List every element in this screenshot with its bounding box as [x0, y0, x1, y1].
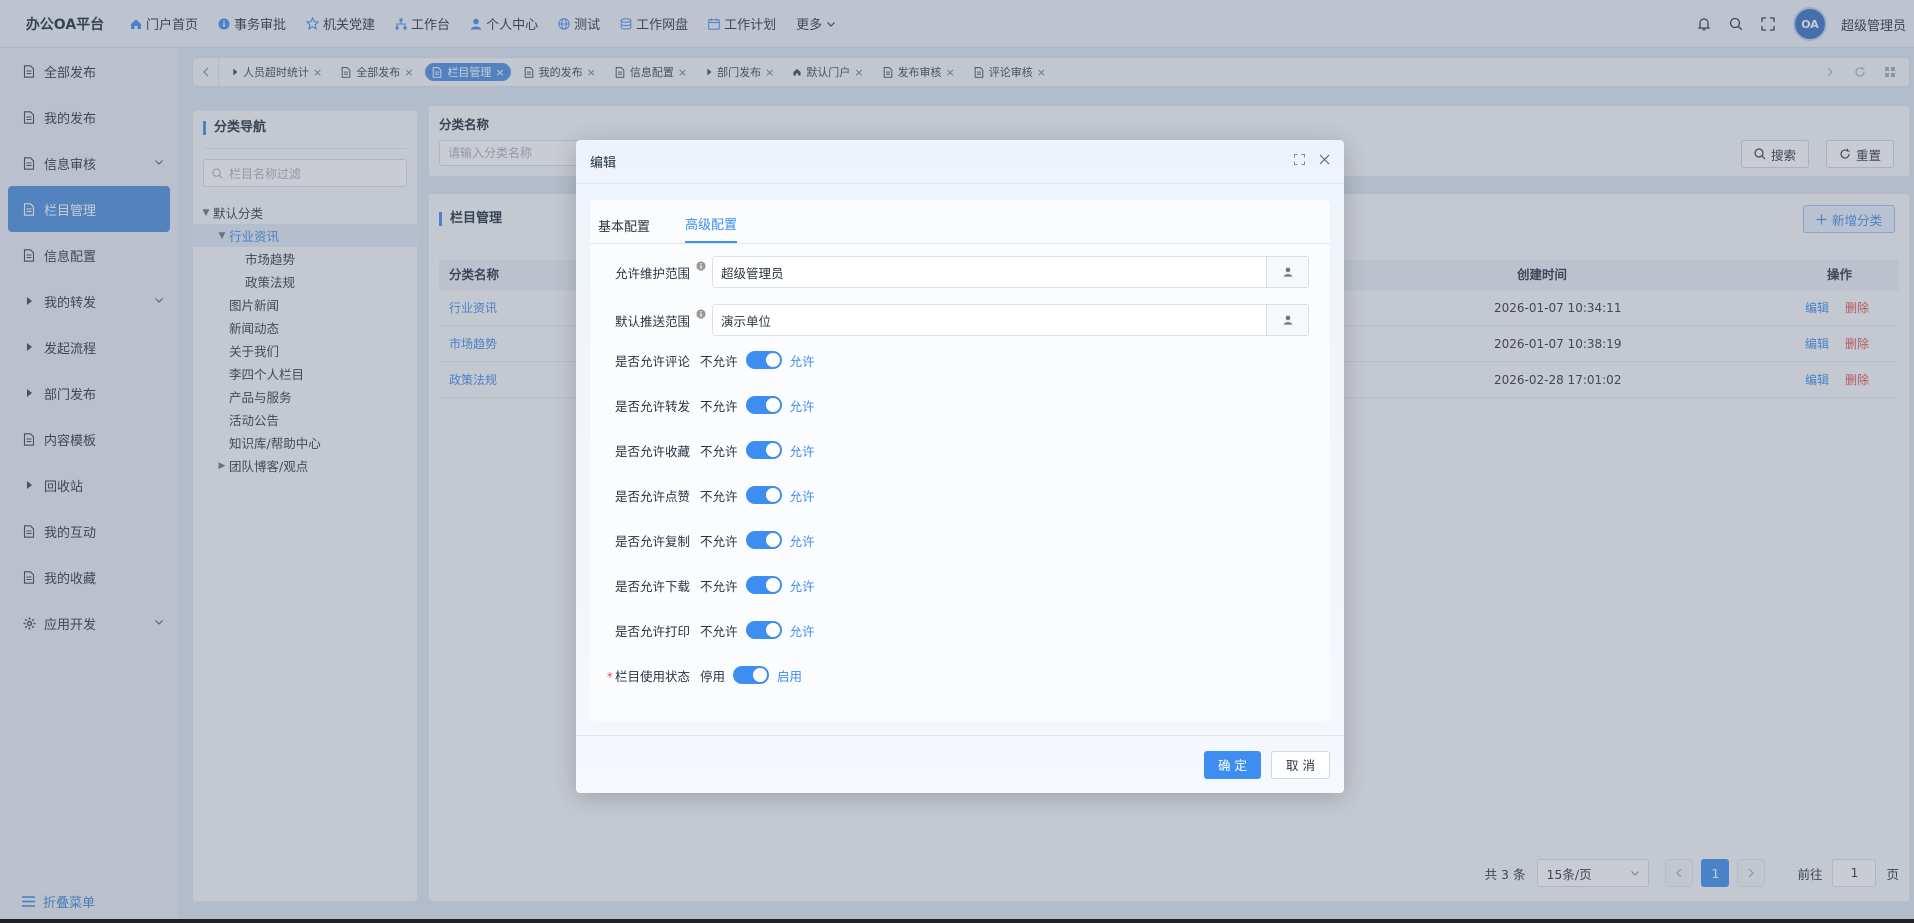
form-label: 是否允许复制	[614, 533, 690, 549]
switch-off-label: 不允许	[700, 398, 738, 414]
form-row-switch: 是否允许打印 不允许 允许	[590, 614, 1330, 646]
user-select-icon[interactable]	[1266, 305, 1308, 335]
switch-on-label: 允许	[789, 353, 815, 369]
form-label-text: 栏目使用状态	[614, 668, 690, 684]
cancel-button[interactable]: 取 消	[1271, 750, 1330, 779]
info-icon[interactable]	[696, 307, 706, 322]
scope-picker[interactable]: 演示单位	[712, 304, 1309, 336]
toggle-switch[interactable]	[745, 486, 782, 504]
bottom-edge	[0, 919, 1914, 923]
form-row-picker: 默认推送范围 演示单位	[590, 304, 1330, 336]
switch-on-label: 允许	[789, 533, 815, 549]
switch-off-label: 停用	[700, 668, 726, 684]
edit-dialog: 编辑 基本配置 高级配置 允许维护范围 超级管理员默认推送范围 演示单位是否允许评论…	[576, 140, 1344, 793]
form-label: 允许维护范围	[590, 260, 706, 282]
form-row-status: * 栏目使用状态 停用 启用	[590, 659, 1330, 691]
dialog-header: 编辑	[576, 140, 1344, 184]
picker-value: 演示单位	[721, 313, 772, 329]
status-toggle-switch[interactable]	[733, 666, 770, 684]
form-row-switch: 是否允许收藏 不允许 允许	[590, 434, 1330, 466]
form-label: 默认推送范围	[590, 308, 706, 330]
switch-off-label: 不允许	[700, 533, 738, 549]
form-row-switch: 是否允许点赞 不允许 允许	[590, 479, 1330, 511]
form-label: 是否允许打印	[614, 623, 690, 639]
close-icon[interactable]	[1319, 154, 1330, 165]
switch-on-label: 允许	[789, 443, 815, 459]
form-row-picker: 允许维护范围 超级管理员	[590, 256, 1330, 288]
switch-on-label: 允许	[789, 623, 815, 639]
form-row-switch: 是否允许下载 不允许 允许	[590, 569, 1330, 601]
switch-on-label: 允许	[789, 398, 815, 414]
switch-on-label: 允许	[789, 488, 815, 504]
dialog-body: 基本配置 高级配置 允许维护范围 超级管理员 默认推送范围 演示单位 是否允许评论 不允许…	[590, 200, 1330, 721]
maximize-icon[interactable]	[1294, 154, 1305, 165]
form-label-text: 默认推送范围	[614, 313, 690, 329]
dialog-footer: 确 定 取 消	[576, 735, 1344, 793]
form-label: 是否允许评论	[614, 353, 690, 369]
switch-off-label: 不允许	[700, 578, 738, 594]
form-row-switch: 是否允许复制 不允许 允许	[590, 524, 1330, 556]
form-row-switch: 是否允许转发 不允许 允许	[590, 389, 1330, 421]
switch-off-label: 不允许	[700, 623, 738, 639]
tab-basic-config[interactable]: 基本配置	[598, 216, 650, 243]
switch-off-label: 不允许	[700, 488, 738, 504]
toggle-switch[interactable]	[745, 396, 782, 414]
dialog-tabs: 基本配置 高级配置	[590, 200, 1330, 244]
toggle-switch[interactable]	[745, 621, 782, 639]
tab-advanced-config[interactable]: 高级配置	[685, 214, 738, 243]
toggle-switch[interactable]	[745, 576, 782, 594]
dialog-title: 编辑	[590, 156, 617, 171]
required-mark: *	[606, 668, 613, 684]
form-row-switch: 是否允许评论 不允许 允许	[590, 344, 1330, 376]
toggle-switch[interactable]	[745, 441, 782, 459]
user-select-icon[interactable]	[1266, 257, 1308, 287]
picker-value: 超级管理员	[721, 265, 784, 281]
switch-on-label: 允许	[789, 578, 815, 594]
confirm-button[interactable]: 确 定	[1204, 750, 1262, 779]
switch-off-label: 不允许	[700, 353, 738, 369]
form-label: 是否允许下载	[614, 578, 690, 594]
info-icon[interactable]	[696, 259, 706, 274]
form-label: 是否允许收藏	[614, 443, 690, 459]
form-label: 是否允许点赞	[614, 488, 690, 504]
form-label-text: 允许维护范围	[614, 265, 690, 281]
scope-picker[interactable]: 超级管理员	[712, 256, 1309, 288]
form-label: * 栏目使用状态	[590, 666, 700, 685]
toggle-switch[interactable]	[745, 531, 782, 549]
toggle-switch[interactable]	[745, 351, 782, 369]
form-label: 是否允许转发	[614, 398, 690, 414]
switch-off-label: 不允许	[700, 443, 738, 459]
switch-on-label: 启用	[777, 668, 803, 684]
